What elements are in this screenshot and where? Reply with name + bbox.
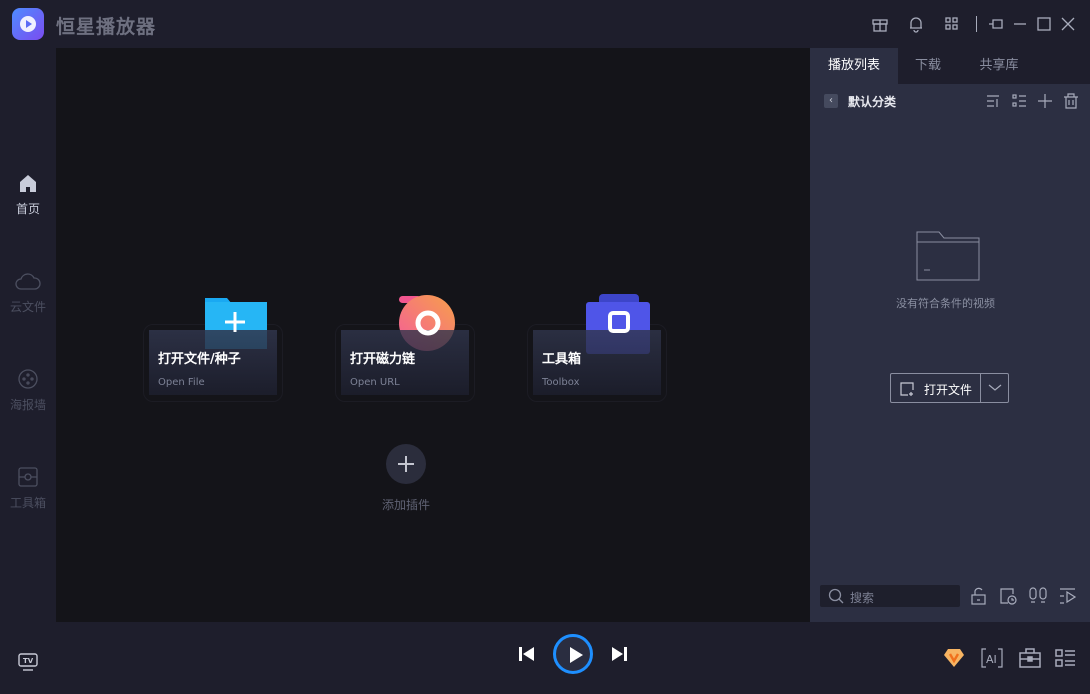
- plus-icon: [398, 456, 414, 472]
- player-controls: TV AI: [0, 622, 1090, 694]
- pin-icon[interactable]: [986, 14, 1006, 34]
- app-title: 恒星播放器: [56, 16, 157, 38]
- sidebar-item-poster-wall[interactable]: 海报墙: [0, 368, 56, 413]
- toolbox-icon: [18, 467, 38, 487]
- card-title: 工具箱: [542, 352, 582, 367]
- tv-icon[interactable]: TV: [17, 652, 39, 672]
- add-plugin-label: 添加插件: [381, 498, 430, 512]
- sidebar-item-label: 海报墙: [9, 398, 46, 412]
- card-title: 打开磁力链: [350, 352, 416, 367]
- ai-icon[interactable]: AI: [981, 648, 1003, 668]
- maximize-icon[interactable]: [1034, 14, 1054, 34]
- category-title[interactable]: 默认分类: [848, 93, 896, 110]
- toolbox-icon[interactable]: [1019, 648, 1041, 668]
- sidebar: 首页 云文件 海报墙 工具箱: [0, 48, 56, 622]
- search-input[interactable]: 搜索: [820, 585, 960, 607]
- chevron-down-icon[interactable]: [985, 382, 1005, 394]
- open-url-card[interactable]: 打开磁力链 Open URL: [335, 294, 481, 404]
- sidebar-item-cloud[interactable]: 云文件: [0, 270, 56, 315]
- empty-folder-icon: [916, 231, 980, 281]
- playlist-panel: 播放列表 下载 共享库 ‹ 默认分类 没有符合条件的视频 打开文件 搜索: [810, 48, 1090, 622]
- empty-message: 没有符合条件的视频: [896, 297, 995, 310]
- card-title: 打开文件/种子: [158, 352, 241, 367]
- play-button[interactable]: [553, 634, 593, 674]
- divider: [976, 16, 977, 32]
- sidebar-item-toolbox[interactable]: 工具箱: [0, 466, 56, 511]
- home-content: 打开文件/种子 Open File 打开磁力链 Open URL 工具箱 Too…: [56, 48, 810, 622]
- toolbox-card[interactable]: 工具箱 Toolbox: [527, 294, 673, 404]
- sort-icon[interactable]: [985, 93, 1001, 109]
- home-icon: [20, 175, 36, 192]
- file-add-icon: [900, 382, 914, 396]
- sidebar-item-label: 云文件: [9, 300, 46, 314]
- sidebar-item-label: 首页: [15, 202, 40, 216]
- svg-text:AI: AI: [986, 653, 997, 666]
- card-subtitle: Open URL: [350, 377, 400, 388]
- trash-icon[interactable]: [1063, 93, 1079, 109]
- unlock-icon[interactable]: [970, 587, 988, 605]
- bell-icon[interactable]: [906, 14, 926, 34]
- film-reel-icon: [18, 369, 38, 389]
- next-icon[interactable]: [611, 646, 629, 662]
- app-logo: [12, 8, 44, 40]
- apps-grid-icon[interactable]: [942, 14, 962, 34]
- add-plugin-button[interactable]: [386, 444, 426, 484]
- open-file-label: 打开文件: [924, 383, 973, 397]
- sidebar-item-home[interactable]: 首页: [0, 172, 56, 217]
- gift-icon[interactable]: [870, 14, 890, 34]
- open-file-card[interactable]: 打开文件/种子 Open File: [143, 294, 289, 404]
- sidebar-item-label: 工具箱: [9, 496, 46, 510]
- search-icon: [828, 588, 844, 604]
- vip-badge-icon[interactable]: [943, 648, 965, 668]
- add-icon[interactable]: [1037, 93, 1053, 109]
- title-bar: 恒星播放器: [0, 0, 1090, 48]
- close-icon[interactable]: [1058, 14, 1078, 34]
- svg-text:TV: TV: [23, 657, 34, 665]
- menu-list-icon[interactable]: [1055, 648, 1077, 668]
- previous-icon[interactable]: [518, 646, 536, 662]
- card-subtitle: Toolbox: [542, 377, 580, 388]
- play-icon: [570, 647, 583, 663]
- tab-download[interactable]: 下载: [900, 48, 956, 84]
- tab-playlist[interactable]: 播放列表: [810, 48, 898, 84]
- playlist-play-icon[interactable]: [1059, 587, 1077, 605]
- panel-tabs: 播放列表 下载 共享库: [810, 48, 1090, 84]
- cloud-icon: [15, 273, 41, 290]
- open-file-button[interactable]: 打开文件: [890, 373, 1009, 403]
- tab-shared-library[interactable]: 共享库: [964, 48, 1034, 84]
- back-chevron-icon[interactable]: ‹: [824, 94, 838, 108]
- card-subtitle: Open File: [158, 377, 205, 388]
- minimize-icon[interactable]: [1010, 14, 1030, 34]
- history-icon[interactable]: [999, 587, 1017, 605]
- search-placeholder: 搜索: [850, 591, 875, 605]
- footprint-icon[interactable]: [1028, 587, 1048, 605]
- list-view-icon[interactable]: [1011, 93, 1027, 109]
